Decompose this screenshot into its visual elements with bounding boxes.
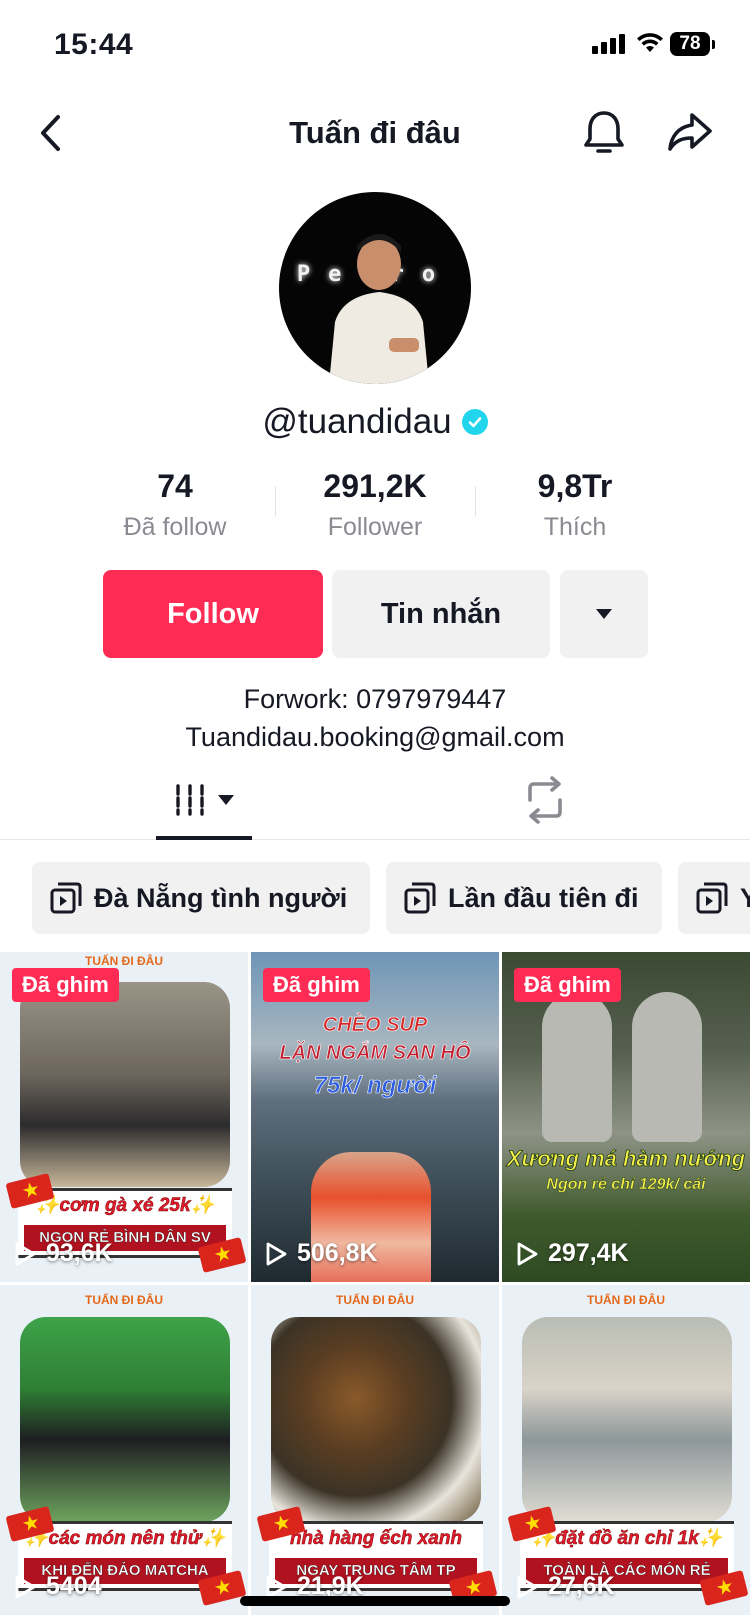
home-indicator[interactable] bbox=[240, 1596, 510, 1606]
view-count: 506,8K bbox=[265, 1239, 378, 1268]
avatar[interactable]: Pe ro bbox=[279, 192, 471, 384]
view-count-value: 93,6K bbox=[46, 1239, 113, 1267]
wifi-icon bbox=[636, 32, 664, 59]
view-count-value: 5404 bbox=[46, 1572, 102, 1600]
video-title-line: LẶN NGẮM SAN HÔ bbox=[279, 1042, 471, 1065]
profile-stats: 74 Đã follow 291,2K Follower 9,8Tr Thích bbox=[0, 468, 750, 548]
tab-videos[interactable] bbox=[156, 760, 252, 840]
video-thumbnail[interactable]: TUẤN ĐI ĐÂU ✨đặt đồ ăn chỉ 1k✨ TOÀN LÀ C… bbox=[502, 1285, 750, 1615]
view-count-value: 27,6K bbox=[548, 1572, 615, 1600]
play-icon bbox=[266, 1242, 287, 1265]
play-icon bbox=[517, 1242, 538, 1265]
follow-button[interactable]: Follow bbox=[103, 570, 323, 658]
view-count: 93,6K bbox=[14, 1239, 113, 1268]
caret-down-icon bbox=[218, 795, 234, 805]
pinned-badge: Đã ghim bbox=[263, 968, 370, 1002]
share-arrow-icon bbox=[668, 113, 712, 151]
playlist-icon bbox=[696, 882, 728, 914]
brand-logo-text: TUẤN ĐI ĐÂU bbox=[85, 954, 163, 968]
playlist-icon bbox=[404, 882, 436, 914]
pinned-badge: Đã ghim bbox=[514, 968, 621, 1002]
bio-line-contact: Forwork: 0797979447 bbox=[243, 684, 507, 714]
playlist-icon bbox=[50, 882, 82, 914]
playlist-row: Đà Nẵng tình người Lần đầu tiên đi Y bbox=[0, 862, 750, 936]
stat-likes-value: 9,8Tr bbox=[537, 468, 613, 504]
view-count: 27,6K bbox=[516, 1572, 615, 1601]
stat-followers[interactable]: 291,2K Follower bbox=[295, 468, 455, 542]
video-photo bbox=[522, 1317, 732, 1522]
message-button[interactable]: Tin nhắn bbox=[332, 570, 550, 658]
battery-icon: 78 bbox=[670, 32, 710, 56]
view-count: 297,4K bbox=[516, 1239, 629, 1268]
video-photo bbox=[271, 1317, 481, 1522]
share-button[interactable] bbox=[664, 109, 716, 157]
video-thumbnail[interactable]: TUẤN ĐI ĐÂU ✨các món nên thử✨ KHI ĐẾN ĐẢ… bbox=[0, 1285, 248, 1615]
stat-divider bbox=[275, 486, 276, 516]
video-title-line: Xương má hàm nướng bbox=[506, 1146, 746, 1172]
page-title: Tuấn đi đâu bbox=[289, 115, 461, 150]
playlist-chip[interactable]: Đà Nẵng tình người bbox=[32, 862, 370, 934]
profile-tabs bbox=[0, 760, 750, 840]
play-icon bbox=[15, 1242, 36, 1265]
view-count-value: 506,8K bbox=[297, 1239, 378, 1267]
video-thumbnail[interactable]: TUẤN ĐI ĐÂU ✨cơm gà xé 25k✨ NGON RẺ BÌNH… bbox=[0, 952, 248, 1282]
view-count: 5404 bbox=[14, 1572, 102, 1601]
play-icon bbox=[517, 1575, 538, 1598]
video-grid-icon bbox=[176, 784, 204, 816]
playlist-label: Lần đầu tiên đi bbox=[448, 882, 639, 913]
video-thumbnail[interactable]: TUẤN ĐI ĐÂU nhà hàng ếch xanh NGAY TRUNG… bbox=[251, 1285, 499, 1615]
status-time: 15:44 bbox=[54, 28, 134, 61]
stat-following[interactable]: 74 Đã follow bbox=[105, 468, 245, 542]
bio-line-email: Tuandidau.booking@gmail.com bbox=[185, 722, 565, 752]
video-photo bbox=[20, 982, 230, 1187]
bio: Forwork: 0797979447 Tuandidau.booking@gm… bbox=[0, 680, 750, 756]
stat-following-value: 74 bbox=[157, 468, 193, 504]
username: @tuandidau bbox=[262, 402, 452, 441]
video-thumbnail[interactable]: CHÈO SUP LẶN NGẮM SAN HÔ 75k/ người Đã g… bbox=[251, 952, 499, 1282]
playlist-label: Đà Nẵng tình người bbox=[94, 882, 348, 913]
avatar-person bbox=[329, 234, 429, 384]
battery-tip bbox=[712, 40, 715, 49]
more-options-button[interactable] bbox=[560, 570, 648, 658]
pinned-badge: Đã ghim bbox=[12, 968, 119, 1002]
video-title-line: Ngon rẻ chỉ 129k/ cái bbox=[546, 1176, 706, 1193]
brand-logo-text: TUẤN ĐI ĐÂU bbox=[336, 1293, 414, 1307]
play-icon bbox=[266, 1575, 287, 1598]
playlist-chip[interactable]: Lần đầu tiên đi bbox=[386, 862, 662, 934]
profile-header: Tuấn đi đâu bbox=[0, 95, 750, 171]
stat-divider bbox=[475, 486, 476, 516]
notification-button[interactable] bbox=[580, 107, 628, 159]
verified-badge-icon bbox=[461, 409, 488, 435]
stat-following-label: Đã follow bbox=[123, 513, 227, 541]
tab-active-indicator bbox=[156, 836, 252, 840]
playlist-label: Y bbox=[740, 882, 750, 913]
bell-icon bbox=[584, 111, 624, 153]
video-title-line: 75k/ người bbox=[313, 1072, 437, 1100]
signal-icon bbox=[592, 34, 625, 54]
stat-followers-value: 291,2K bbox=[323, 468, 427, 504]
brand-logo-text: TUẤN ĐI ĐÂU bbox=[587, 1293, 665, 1307]
video-thumbnail[interactable]: Xương má hàm nướng Ngon rẻ chỉ 129k/ cái… bbox=[502, 952, 750, 1282]
video-title-line: CHÈO SUP bbox=[322, 1014, 428, 1037]
stat-likes[interactable]: 9,8Tr Thích bbox=[505, 468, 645, 542]
video-subject bbox=[542, 992, 612, 1142]
play-icon bbox=[15, 1575, 36, 1598]
username-row: @tuandidau bbox=[0, 402, 750, 442]
status-bar: 15:44 78 bbox=[0, 0, 750, 90]
video-photo bbox=[20, 1317, 230, 1522]
stat-followers-label: Follower bbox=[327, 513, 423, 541]
tab-reposts[interactable] bbox=[520, 776, 570, 824]
repost-icon bbox=[528, 776, 562, 824]
brand-logo-text: TUẤN ĐI ĐÂU bbox=[85, 1293, 163, 1307]
video-subject bbox=[632, 992, 702, 1142]
caret-down-icon bbox=[596, 609, 612, 619]
view-count-value: 297,4K bbox=[548, 1239, 629, 1267]
stat-likes-label: Thích bbox=[543, 513, 607, 541]
playlist-chip[interactable]: Y bbox=[678, 862, 750, 934]
